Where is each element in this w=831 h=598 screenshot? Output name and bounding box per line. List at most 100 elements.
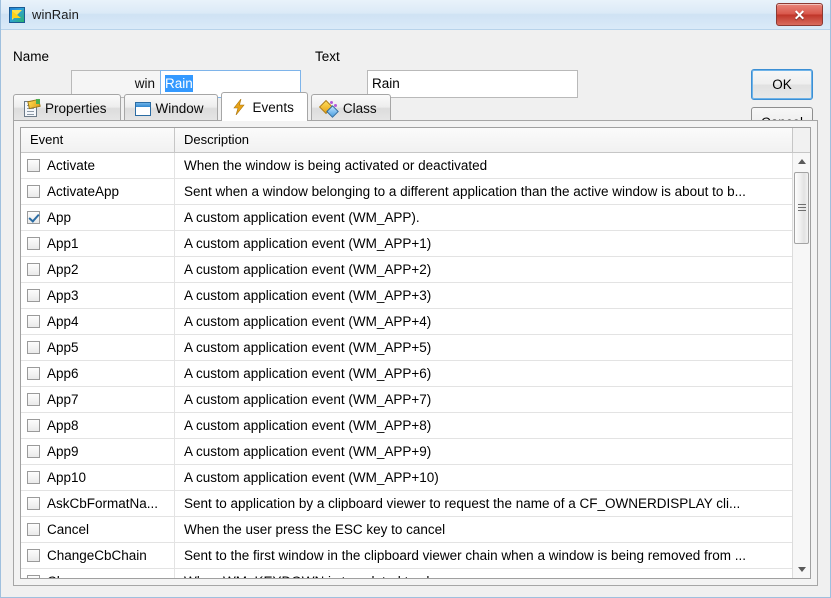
event-name: Cancel bbox=[47, 522, 90, 537]
event-name: App5 bbox=[47, 340, 79, 355]
event-checkbox[interactable] bbox=[27, 341, 40, 354]
event-checkbox[interactable] bbox=[27, 575, 40, 578]
event-name: App6 bbox=[47, 366, 79, 381]
table-row[interactable]: App5 A custom application event (WM_APP+5… bbox=[21, 335, 793, 361]
table-row[interactable]: App10 A custom application event (WM_APP+… bbox=[21, 465, 793, 491]
app-window-icon bbox=[9, 6, 25, 23]
table-row[interactable]: App1 A custom application event (WM_APP+1… bbox=[21, 231, 793, 257]
event-checkbox[interactable] bbox=[27, 315, 40, 328]
table-row[interactable]: App6 A custom application event (WM_APP+6… bbox=[21, 361, 793, 387]
table-row[interactable]: App8 A custom application event (WM_APP+8… bbox=[21, 413, 793, 439]
table-row[interactable]: App2 A custom application event (WM_APP+2… bbox=[21, 257, 793, 283]
event-checkbox[interactable] bbox=[27, 471, 40, 484]
event-cell: App bbox=[21, 205, 175, 230]
event-name: App8 bbox=[47, 418, 79, 433]
event-checkbox[interactable] bbox=[27, 367, 40, 380]
tab-events[interactable]: Events bbox=[220, 92, 308, 121]
column-header-event[interactable]: Event bbox=[21, 128, 175, 152]
title-bar: winRain ✕ bbox=[1, 0, 830, 30]
event-cell: App10 bbox=[21, 465, 175, 490]
column-header-description[interactable]: Description bbox=[175, 128, 792, 152]
event-name: ChangeCbChain bbox=[47, 548, 147, 563]
grip-lines-icon bbox=[798, 204, 806, 205]
event-name: App1 bbox=[47, 236, 79, 251]
name-label: Name bbox=[13, 49, 50, 64]
event-checkbox[interactable] bbox=[27, 419, 40, 432]
tab-properties[interactable]: Properties bbox=[13, 94, 121, 121]
table-row[interactable]: Char When WM_KEYDOWN is translated to cha… bbox=[21, 569, 793, 578]
table-row[interactable]: App3 A custom application event (WM_APP+3… bbox=[21, 283, 793, 309]
event-cell: App9 bbox=[21, 439, 175, 464]
event-cell: App6 bbox=[21, 361, 175, 386]
event-cell: ChangeCbChain bbox=[21, 543, 175, 568]
event-cell: App3 bbox=[21, 283, 175, 308]
event-checkbox[interactable] bbox=[27, 185, 40, 198]
dialog-bottom-spacer bbox=[1, 586, 830, 597]
tab-class[interactable]: Class bbox=[310, 94, 391, 121]
event-checkbox[interactable] bbox=[27, 523, 40, 536]
event-name: App4 bbox=[47, 314, 79, 329]
event-checkbox[interactable] bbox=[27, 263, 40, 276]
vertical-scrollbar[interactable] bbox=[792, 153, 810, 578]
table-row[interactable]: App A custom application event (WM_APP). bbox=[21, 205, 793, 231]
table-row[interactable]: App9 A custom application event (WM_APP+9… bbox=[21, 439, 793, 465]
event-checkbox[interactable] bbox=[27, 393, 40, 406]
event-description: When WM_KEYDOWN is translated to char bbox=[175, 569, 793, 578]
event-checkbox[interactable] bbox=[27, 497, 40, 510]
event-cell: Char bbox=[21, 569, 175, 578]
table-row[interactable]: ActivateApp Sent when a window belonging … bbox=[21, 179, 793, 205]
event-checkbox[interactable] bbox=[27, 445, 40, 458]
table-row[interactable]: AskCbFormatNa... Sent to application by a… bbox=[21, 491, 793, 517]
event-checkbox[interactable] bbox=[27, 237, 40, 250]
tab-class-label: Class bbox=[342, 100, 377, 116]
scroll-up-button[interactable] bbox=[793, 153, 810, 170]
event-name: Char bbox=[47, 574, 76, 578]
table-row[interactable]: App7 A custom application event (WM_APP+7… bbox=[21, 387, 793, 413]
event-checkbox[interactable] bbox=[27, 159, 40, 172]
event-cell: App1 bbox=[21, 231, 175, 256]
triangle-down-icon bbox=[797, 567, 806, 572]
grid-header: Event Description bbox=[21, 128, 810, 153]
tab-window-label: Window bbox=[155, 100, 204, 116]
event-checkbox[interactable] bbox=[27, 211, 40, 224]
close-icon: ✕ bbox=[793, 6, 806, 23]
table-row[interactable]: Cancel When the user press the ESC key to… bbox=[21, 517, 793, 543]
event-checkbox[interactable] bbox=[27, 549, 40, 562]
dialog-window: winRain ✕ Name win Rain Text Rain OK Can… bbox=[0, 0, 831, 598]
text-label: Text bbox=[315, 49, 340, 64]
event-name: Activate bbox=[47, 158, 96, 173]
close-button[interactable]: ✕ bbox=[776, 3, 823, 26]
grid-header-spacer bbox=[792, 128, 810, 152]
scroll-down-button[interactable] bbox=[793, 561, 810, 578]
tab-window[interactable]: Window bbox=[123, 94, 218, 121]
table-row[interactable]: Activate When the window is being activat… bbox=[21, 153, 793, 179]
event-cell: App2 bbox=[21, 257, 175, 282]
event-cell: App5 bbox=[21, 335, 175, 360]
event-description: A custom application event (WM_APP+10) bbox=[184, 470, 439, 485]
event-description: Sent to application by a clipboard viewe… bbox=[184, 496, 741, 511]
event-name: App2 bbox=[47, 262, 79, 277]
events-grid: Event Description Activate When the windo… bbox=[20, 127, 811, 579]
event-cell: App4 bbox=[21, 309, 175, 334]
event-description: A custom application event (WM_APP+4) bbox=[184, 314, 432, 329]
event-name: App3 bbox=[47, 288, 79, 303]
event-cell: App8 bbox=[21, 413, 175, 438]
event-checkbox[interactable] bbox=[27, 289, 40, 302]
event-description: A custom application event (WM_APP+5) bbox=[184, 340, 432, 355]
scrollbar-thumb[interactable] bbox=[794, 172, 809, 244]
tab-events-label: Events bbox=[252, 99, 294, 115]
table-row[interactable]: ChangeCbChain Sent to the first window in… bbox=[21, 543, 793, 569]
event-name: ActivateApp bbox=[47, 184, 120, 199]
event-description: A custom application event (WM_APP+1) bbox=[184, 236, 432, 251]
event-cell: App7 bbox=[21, 387, 175, 412]
event-cell: Cancel bbox=[21, 517, 175, 542]
event-description: A custom application event (WM_APP+8) bbox=[184, 418, 432, 433]
table-row[interactable]: App4 A custom application event (WM_APP+4… bbox=[21, 309, 793, 335]
event-description: A custom application event (WM_APP+2) bbox=[184, 262, 432, 277]
event-name: App bbox=[47, 210, 72, 225]
tab-properties-label: Properties bbox=[45, 100, 107, 116]
event-description: When the user press the ESC key to cance… bbox=[184, 522, 446, 537]
event-description: A custom application event (WM_APP). bbox=[184, 210, 420, 225]
tab-panel-events: Event Description Activate When the windo… bbox=[13, 120, 818, 586]
grid-body: Activate When the window is being activat… bbox=[21, 153, 810, 578]
